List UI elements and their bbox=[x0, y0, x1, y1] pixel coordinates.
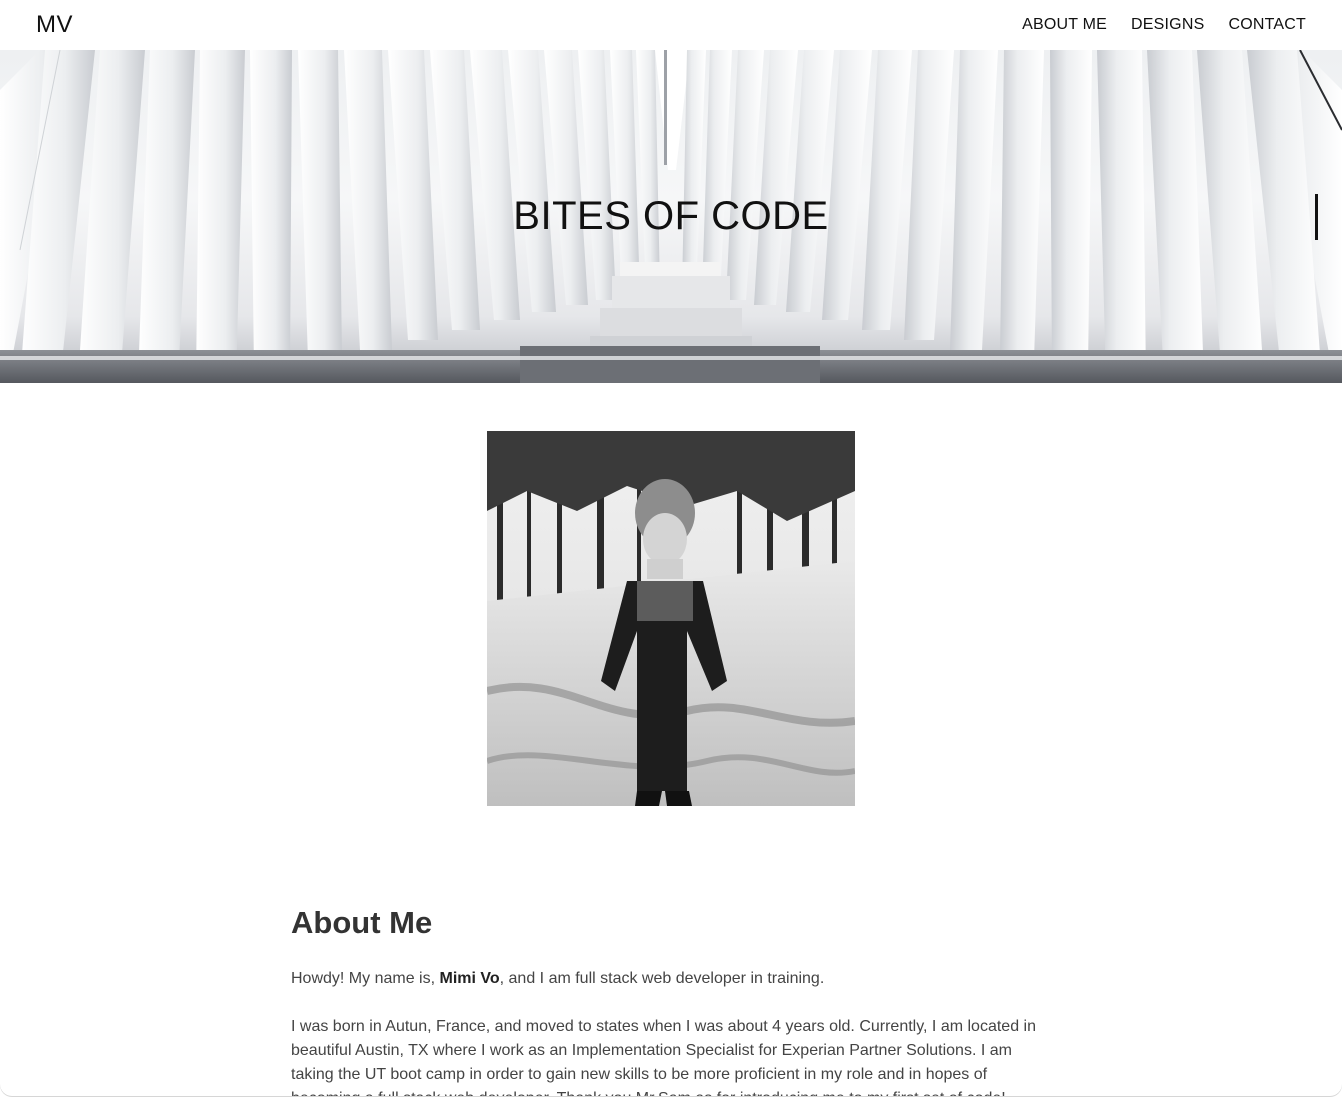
about-heading: About Me bbox=[291, 905, 433, 940]
main-nav: ABOUT ME DESIGNS CONTACT bbox=[1022, 16, 1306, 34]
nav-link-contact[interactable]: CONTACT bbox=[1228, 16, 1306, 34]
intro-text-before: Howdy! My name is, bbox=[291, 970, 440, 987]
about-section: About Me Howdy! My name is, Mimi Vo, and… bbox=[291, 905, 1051, 1097]
profile-photo-snow-icon bbox=[487, 431, 855, 806]
nav-link-about-me[interactable]: ABOUT ME bbox=[1022, 16, 1107, 34]
about-intro: Howdy! My name is, Mimi Vo, and I am ful… bbox=[291, 967, 1051, 991]
profile-photo bbox=[487, 431, 855, 806]
hero-banner: BITES OF CODE bbox=[0, 50, 1342, 383]
text-cursor bbox=[1315, 194, 1318, 240]
navbar: MV ABOUT ME DESIGNS CONTACT bbox=[0, 0, 1342, 50]
brand-logo-link[interactable]: MV bbox=[36, 11, 73, 39]
author-name: Mimi Vo bbox=[439, 970, 500, 987]
about-paragraph: I was born in Autun, France, and moved t… bbox=[291, 1018, 1036, 1097]
nav-link-designs[interactable]: DESIGNS bbox=[1131, 16, 1204, 34]
hero-title: BITES OF CODE bbox=[513, 194, 829, 238]
intro-text-after: , and I am full stack web developer in t… bbox=[499, 970, 825, 987]
